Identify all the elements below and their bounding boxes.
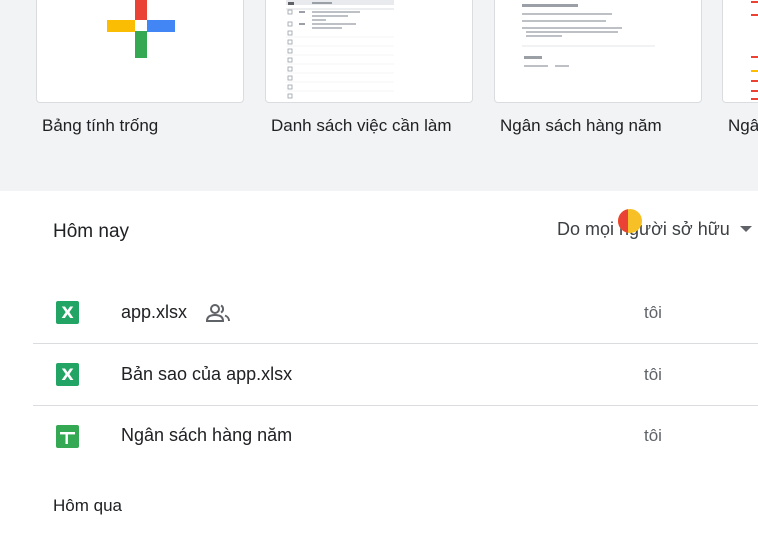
owner-filter-dropdown[interactable]: Do mọi người sở hữu — [557, 217, 752, 241]
file-name[interactable]: Ngân sách hàng năm — [121, 425, 292, 446]
partial-preview — [751, 1, 758, 100]
pointer-cursor-icon — [618, 209, 642, 233]
sheets-grid-glyph — [60, 432, 75, 444]
excel-file-icon: X — [56, 301, 79, 324]
file-row[interactable]: X Bản sao của app.xlsx tôi — [33, 345, 758, 406]
template-blank[interactable]: Bảng tính trống — [36, 0, 244, 135]
template-partial[interactable]: Ngâ — [722, 0, 758, 135]
template-todo-thumbnail[interactable] — [265, 0, 473, 103]
template-annual-budget[interactable]: Ngân sách hàng năm — [494, 0, 702, 135]
template-budget-thumbnail[interactable] — [494, 0, 702, 103]
file-name[interactable]: Bản sao của app.xlsx — [121, 364, 292, 385]
sheets-file-icon — [56, 425, 79, 448]
section-title-yesterday: Hôm qua — [53, 496, 122, 515]
template-label[interactable]: Danh sách việc cần làm — [271, 116, 451, 136]
file-owner: tôi — [644, 303, 662, 322]
file-row[interactable]: Ngân sách hàng năm tôi — [33, 407, 758, 468]
caret-down-icon[interactable] — [739, 226, 752, 232]
excel-file-icon: X — [56, 363, 79, 386]
shared-people-icon — [206, 304, 230, 322]
todo-list-preview — [286, 0, 394, 99]
template-label[interactable]: Ngâ — [728, 116, 758, 136]
template-partial-thumbnail[interactable] — [722, 0, 758, 103]
budget-preview — [522, 4, 655, 67]
template-blank-thumbnail[interactable] — [36, 0, 244, 103]
file-owner: tôi — [644, 426, 662, 445]
template-gallery: Bảng tính trống Danh sách việc cần làm N… — [0, 0, 758, 191]
owner-filter-label[interactable]: Do mọi người sở hữu — [557, 219, 730, 240]
file-owner: tôi — [644, 365, 662, 384]
template-todo-list[interactable]: Danh sách việc cần làm — [265, 0, 473, 135]
plus-icon-bar — [107, 19, 175, 32]
file-name[interactable]: app.xlsx — [121, 302, 187, 323]
template-label[interactable]: Bảng tính trống — [42, 116, 158, 136]
file-row[interactable]: X app.xlsx tôi — [33, 283, 758, 344]
template-label[interactable]: Ngân sách hàng năm — [500, 116, 662, 136]
section-title-today: Hôm nay — [53, 221, 130, 242]
